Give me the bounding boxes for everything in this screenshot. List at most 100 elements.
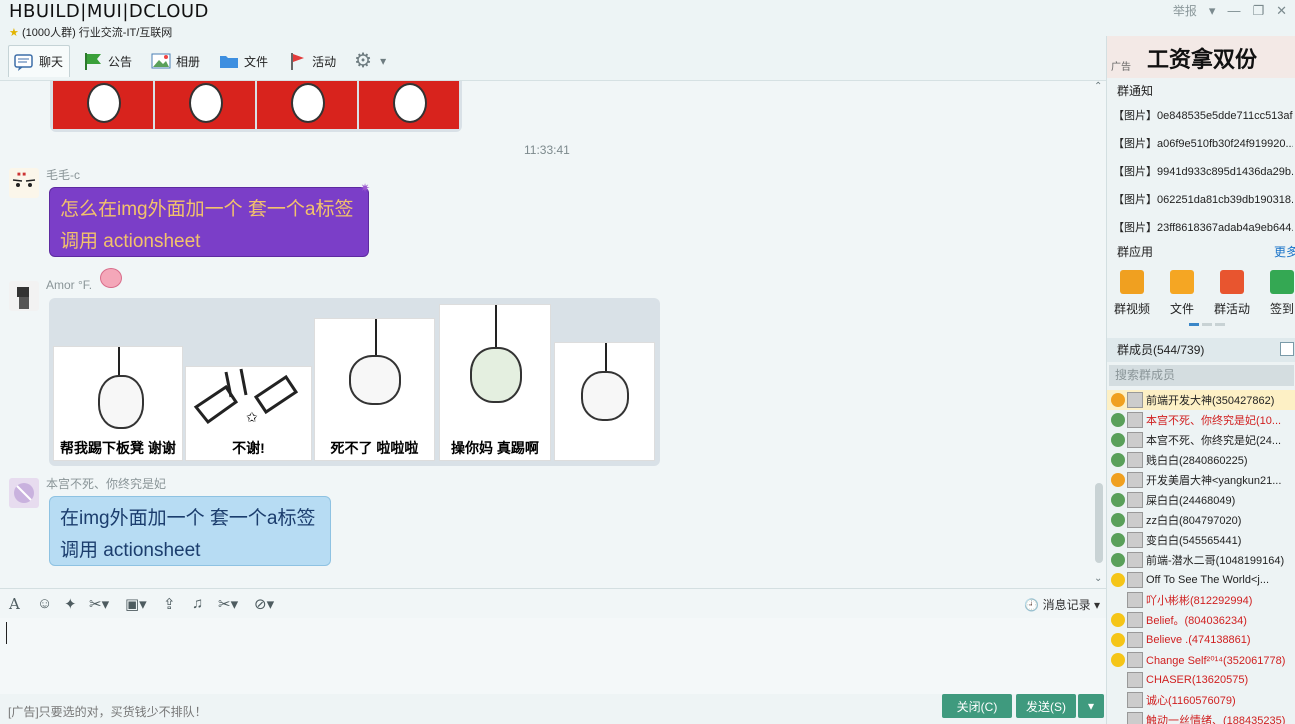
magic-wand-icon[interactable]: ✦ — [64, 595, 77, 613]
footer-ad[interactable]: [广告]只要选的对，买货钱少不排队！ — [8, 703, 207, 720]
member-row[interactable]: Believe .(474138861) — [1107, 630, 1295, 650]
sticker-image[interactable] — [554, 342, 655, 461]
apps-title-label: 群应用 — [1117, 245, 1154, 259]
member-row[interactable]: 本宫不死、你终究是妃(10... — [1107, 410, 1295, 430]
notice-item[interactable]: 【图片】a06f9e510fb30f24f919920... — [1113, 135, 1293, 151]
chat-messages[interactable]: 11:33:41 ■ ■ 毛毛-c 怎么在img外面加一个 套一个a标签 调用 … — [0, 80, 1106, 588]
notice-item[interactable]: 【图片】9941d933c895d1436da29b... — [1113, 163, 1293, 179]
emoji-icon[interactable]: ☺ — [37, 595, 52, 612]
member-row[interactable]: 前端开发大神(350427862) — [1107, 390, 1295, 410]
font-icon[interactable]: A — [9, 595, 20, 613]
sticker-image[interactable] — [155, 81, 255, 129]
member-row[interactable]: Change Self²⁰¹⁴(352061778) — [1107, 650, 1295, 670]
message-input[interactable] — [0, 618, 1106, 694]
music-icon[interactable]: ♫ — [192, 595, 203, 612]
sticker-image[interactable]: ✩ 不谢! — [185, 366, 312, 461]
message-line: 调用 actionsheet — [60, 540, 201, 561]
tab-activity[interactable]: 活动 — [282, 45, 342, 77]
message-history-button[interactable]: 🕘 消息记录 ▾ — [1024, 596, 1100, 613]
sticker-image[interactable]: 帮我踢下板凳 谢谢 — [53, 346, 183, 461]
block-icon[interactable]: ⊘▾ — [254, 595, 274, 613]
member-role-icon — [1111, 553, 1125, 567]
member-row[interactable]: 屎白白(24468049) — [1107, 490, 1295, 510]
member-role-icon — [1111, 533, 1125, 547]
app-group-video[interactable]: 群视频 — [1112, 270, 1152, 317]
member-row[interactable]: 开发美眉大神<yangkun21... — [1107, 470, 1295, 490]
sticker-image[interactable]: 死不了 啦啦啦 — [314, 318, 435, 461]
group-title: HBUILD|MUI|DCLOUD — [9, 1, 209, 22]
app-files[interactable]: 文件 — [1162, 270, 1202, 317]
member-role-icon — [1111, 473, 1125, 487]
apps-more-link[interactable]: 更多 — [1274, 239, 1295, 265]
member-row[interactable]: 前端-潜水二哥(1048199164) — [1107, 550, 1295, 570]
image-icon[interactable]: ▣▾ — [125, 595, 147, 613]
report-link[interactable]: 举报 — [1173, 2, 1197, 19]
member-name: 吖小彬彬(812292994) — [1146, 595, 1253, 607]
apps-pager[interactable] — [1189, 323, 1225, 326]
ad-banner[interactable]: 广告 工资拿双份 — [1107, 36, 1295, 78]
member-row[interactable]: zz白白(804797020) — [1107, 510, 1295, 530]
tab-settings[interactable]: ⚙ ▾ — [350, 45, 392, 77]
close-icon[interactable]: ✕ — [1276, 3, 1287, 19]
sender-name[interactable]: 本宫不死、你终究是妃 — [46, 475, 166, 492]
tab-notice[interactable]: 公告 — [78, 45, 138, 77]
sender-name[interactable]: 毛毛-c — [46, 166, 80, 183]
member-name: 前端-潜水二哥(1048199164) — [1146, 555, 1285, 567]
sticker-image[interactable]: 操你妈 真踢啊 — [439, 304, 551, 461]
pig-emoji-icon — [100, 268, 122, 288]
member-row[interactable]: 变白白(545565441) — [1107, 530, 1295, 550]
sticker-caption: 操你妈 真踢啊 — [451, 440, 539, 456]
send-options-button[interactable]: ▾ — [1078, 694, 1104, 718]
message-bubble[interactable]: 怎么在img外面加一个 套一个a标签 调用 actionsheet — [49, 187, 369, 257]
close-button[interactable]: 关闭(C) — [942, 694, 1012, 718]
app-activity[interactable]: 群活动 — [1212, 270, 1252, 317]
upload-icon[interactable]: ⇪ — [163, 595, 176, 613]
chat-scrollbar[interactable]: ⌃ ⌄ — [1092, 81, 1106, 588]
minimize-icon[interactable]: — — [1227, 3, 1240, 18]
notice-item[interactable]: 【图片】23ff8618367adab4a9eb644... — [1113, 219, 1293, 235]
message-bubble[interactable]: 在img外面加一个 套一个a标签 调用 actionsheet — [49, 496, 331, 566]
member-row[interactable]: 吖小彬彬(812292994) — [1107, 590, 1295, 610]
member-role-icon — [1111, 673, 1125, 687]
avatar[interactable]: ■ ■ — [9, 168, 39, 198]
member-row[interactable]: 贱白白(2840860225) — [1107, 450, 1295, 470]
tab-label: 文件 — [244, 54, 269, 69]
sticker-image[interactable] — [257, 81, 357, 129]
members-title: 群成员(544/739) — [1117, 343, 1205, 357]
member-row[interactable]: Off To See The World<j... — [1107, 570, 1295, 590]
screenshot-icon[interactable]: ✂▾ — [89, 595, 109, 613]
tab-files[interactable]: 文件 — [214, 45, 274, 77]
sticker-image[interactable] — [53, 81, 153, 129]
tab-album[interactable]: 相册 — [146, 45, 206, 77]
sticker-image[interactable] — [359, 81, 459, 129]
notice-item[interactable]: 【图片】0e848535e5dde711cc513af... — [1113, 107, 1293, 123]
member-row[interactable]: 本宫不死、你终究是妃(24... — [1107, 430, 1295, 450]
member-row[interactable]: Belief。(804036234) — [1107, 610, 1295, 630]
previous-image-message[interactable] — [50, 81, 462, 132]
avatar[interactable] — [9, 281, 39, 311]
member-row[interactable]: 触动一丝情绪、(188435235) — [1107, 710, 1295, 724]
member-row[interactable]: CHASER(13620575) — [1107, 670, 1295, 690]
app-checkin[interactable]: 签到 — [1262, 270, 1295, 317]
tab-chat[interactable]: 聊天 — [8, 45, 71, 77]
sender-name[interactable]: Amor °F. — [46, 278, 92, 292]
history-label: 消息记录 — [1042, 598, 1091, 612]
scroll-down-icon[interactable]: ⌄ — [1094, 573, 1102, 584]
scroll-up-icon[interactable]: ⌃ — [1094, 81, 1102, 92]
restore-icon[interactable]: ❐ — [1252, 3, 1264, 19]
notice-item[interactable]: 【图片】062251da81cb39db190318... — [1113, 191, 1293, 207]
members-header: 群成员(544/739) — [1107, 338, 1295, 362]
tab-bar: 聊天 公告 相册 文件 活动 ⚙ ▾ — [8, 44, 392, 78]
chat-header: HBUILD|MUI|DCLOUD ★ (1000人群) 行业交流-IT/互联网… — [0, 0, 1295, 80]
svg-text:✩: ✩ — [246, 409, 258, 425]
send-button[interactable]: 发送(S) — [1016, 694, 1076, 718]
avatar[interactable] — [9, 478, 39, 508]
search-icon[interactable] — [1280, 342, 1294, 356]
avatar — [1127, 472, 1143, 488]
chevron-down-icon[interactable]: ▾ — [1209, 3, 1216, 19]
member-search-input[interactable]: 搜索群成员 — [1109, 365, 1294, 386]
member-row[interactable]: 诚心(1160576079) — [1107, 690, 1295, 710]
scissors-icon[interactable]: ✂▾ — [218, 595, 238, 613]
avatar — [1127, 572, 1143, 588]
scrollbar-thumb[interactable] — [1095, 483, 1103, 563]
